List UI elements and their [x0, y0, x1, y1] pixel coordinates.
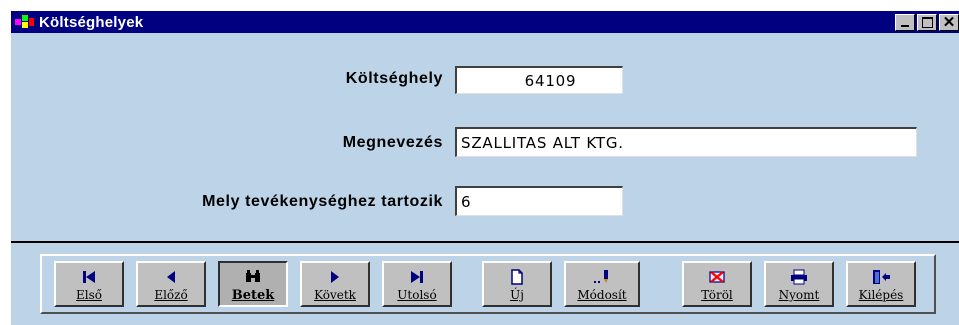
- print-button[interactable]: Nyomt: [764, 261, 834, 307]
- edit-pencil-icon: [589, 267, 615, 287]
- exit-button[interactable]: Kilépés: [846, 261, 916, 307]
- browse-button[interactable]: Betek: [218, 261, 288, 307]
- activity-label: Mely tevékenységhez tartozik: [202, 193, 443, 210]
- window-controls: ✕: [893, 14, 959, 31]
- last-button-label: Utolsó: [397, 288, 437, 302]
- form-divider: [11, 241, 959, 243]
- new-button[interactable]: Új: [482, 261, 552, 307]
- exit-door-icon: [868, 267, 894, 287]
- next-button-label: Követk: [314, 288, 356, 302]
- delete-icon: [704, 267, 730, 287]
- last-button[interactable]: Utolsó: [382, 261, 452, 307]
- activity-field[interactable]: 6: [455, 186, 623, 216]
- navigation-toolbar: Első Előző Betek Követk Utolsó Új Módosí…: [40, 254, 936, 314]
- new-document-icon: [504, 267, 530, 287]
- delete-button-label: Töröl: [701, 288, 733, 302]
- exit-button-label: Kilépés: [858, 288, 904, 302]
- name-label: Megnevezés: [342, 134, 443, 151]
- new-button-label: Új: [510, 288, 524, 302]
- modify-button-label: Módosít: [577, 288, 627, 302]
- app-icon: [15, 14, 35, 30]
- window-title: Költséghelyek: [39, 13, 144, 31]
- minimize-button[interactable]: [895, 14, 915, 31]
- print-button-label: Nyomt: [778, 288, 820, 302]
- first-button[interactable]: Első: [54, 261, 124, 307]
- first-button-label: Első: [76, 288, 102, 302]
- printer-icon: [786, 267, 812, 287]
- previous-record-icon: [158, 267, 184, 287]
- browse-button-label: Betek: [231, 288, 275, 303]
- binoculars-icon: [240, 267, 266, 287]
- close-button[interactable]: ✕: [939, 14, 959, 31]
- next-record-icon: [322, 267, 348, 287]
- name-field[interactable]: SZALLITAS ALT KTG.: [455, 127, 917, 157]
- delete-button[interactable]: Töröl: [682, 261, 752, 307]
- previous-button[interactable]: Előző: [136, 261, 206, 307]
- next-button[interactable]: Követk: [300, 261, 370, 307]
- cost-center-field[interactable]: 64109: [455, 66, 623, 94]
- first-record-icon: [76, 267, 102, 287]
- maximize-button[interactable]: [917, 14, 937, 31]
- last-record-icon: [404, 267, 430, 287]
- kolts-window: Költséghelyek ✕ Költséghely 64109 Megnev…: [9, 9, 959, 325]
- title-bar[interactable]: Költséghelyek ✕: [11, 11, 959, 33]
- cost-center-label: Költséghely: [345, 70, 443, 87]
- modify-button[interactable]: Módosít: [564, 261, 640, 307]
- previous-button-label: Előző: [154, 288, 188, 302]
